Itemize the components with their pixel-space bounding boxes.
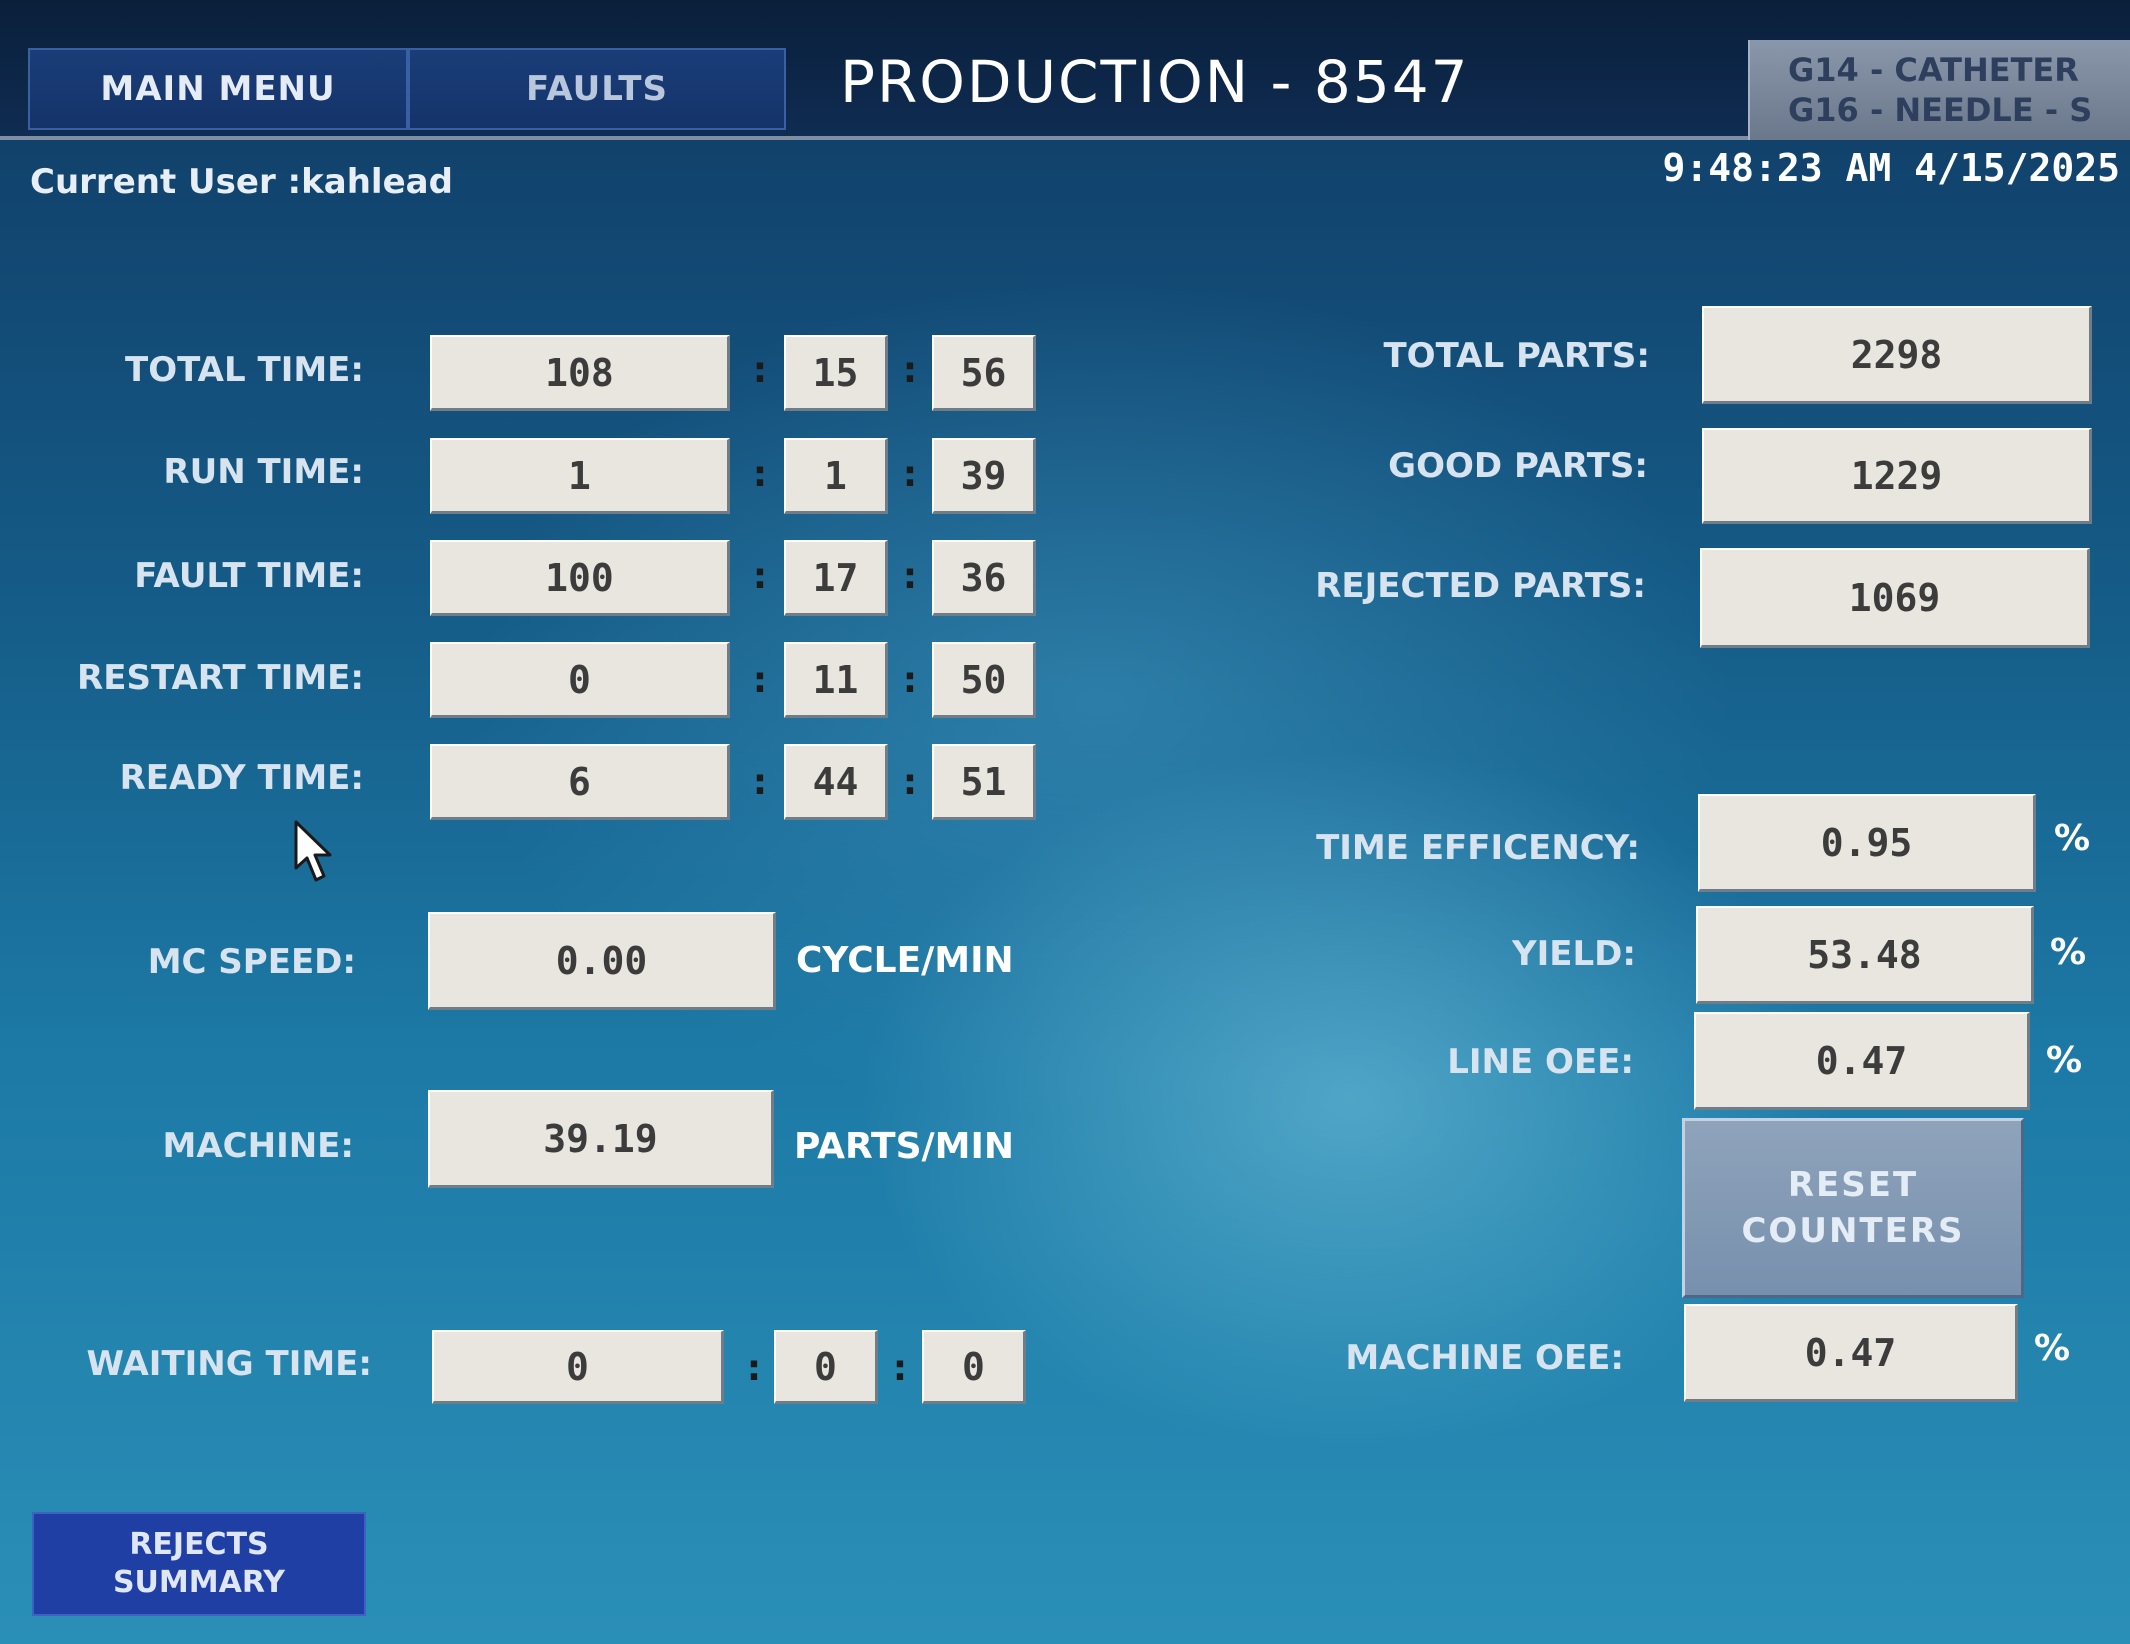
ready-time-seconds: 51 bbox=[932, 744, 1036, 820]
waiting-time-label: WAITING TIME: bbox=[86, 1344, 372, 1384]
percent-sign: % bbox=[2034, 1328, 2071, 1369]
restart-time-minutes: 11 bbox=[784, 642, 888, 718]
mc-speed-value: 0.00 bbox=[428, 912, 776, 1010]
hmi-screen: MAIN MENU FAULTS PRODUCTION - 8547 G14 -… bbox=[0, 0, 2130, 1644]
machine-oee-value: 0.47 bbox=[1684, 1304, 2018, 1402]
total-time-minutes: 15 bbox=[784, 335, 888, 411]
total-parts-value: 2298 bbox=[1702, 306, 2092, 404]
line-oee-value: 0.47 bbox=[1694, 1012, 2030, 1110]
restart-time-seconds: 50 bbox=[932, 642, 1036, 718]
current-user: Current User :kahlead bbox=[30, 162, 453, 202]
ready-time-minutes: 44 bbox=[784, 744, 888, 820]
machine-oee-label: MACHINE OEE: bbox=[1345, 1338, 1624, 1378]
percent-sign: % bbox=[2050, 932, 2087, 973]
colon: : bbox=[902, 660, 918, 701]
yield-label: YIELD: bbox=[1512, 934, 1636, 974]
colon: : bbox=[752, 762, 768, 803]
colon: : bbox=[892, 1348, 908, 1389]
colon: : bbox=[902, 454, 918, 495]
product-selector[interactable]: G14 - CATHETER G16 - NEEDLE - S bbox=[1748, 40, 2130, 140]
colon: : bbox=[902, 762, 918, 803]
waiting-time-hours: 0 bbox=[432, 1330, 724, 1404]
main-menu-button[interactable]: MAIN MENU bbox=[28, 48, 408, 130]
run-time-seconds: 39 bbox=[932, 438, 1036, 514]
good-parts-label: GOOD PARTS: bbox=[1388, 446, 1648, 486]
run-time-minutes: 1 bbox=[784, 438, 888, 514]
ready-time-label: READY TIME: bbox=[119, 758, 364, 798]
colon: : bbox=[752, 556, 768, 597]
reset-label-line1: RESET bbox=[1787, 1165, 1919, 1205]
yield-value: 53.48 bbox=[1696, 906, 2034, 1004]
rejects-label-line1: REJECTS bbox=[129, 1527, 269, 1562]
waiting-time-seconds: 0 bbox=[922, 1330, 1026, 1404]
product-line-2: G16 - NEEDLE - S bbox=[1788, 91, 2093, 129]
colon: : bbox=[752, 454, 768, 495]
machine-rate-label: MACHINE: bbox=[162, 1126, 354, 1166]
rejects-summary-button[interactable]: REJECTS SUMMARY bbox=[32, 1512, 366, 1616]
mouse-pointer-icon bbox=[294, 820, 332, 882]
top-bar: MAIN MENU FAULTS PRODUCTION - 8547 G14 -… bbox=[0, 0, 2130, 140]
total-time-seconds: 56 bbox=[932, 335, 1036, 411]
run-time-hours: 1 bbox=[430, 438, 730, 514]
reset-label-line2: COUNTERS bbox=[1741, 1211, 1965, 1251]
colon: : bbox=[752, 350, 768, 391]
product-line-1: G14 - CATHETER bbox=[1788, 51, 2079, 89]
fault-time-label: FAULT TIME: bbox=[134, 556, 364, 596]
mc-speed-unit: CYCLE/MIN bbox=[796, 940, 1014, 981]
faults-button[interactable]: FAULTS bbox=[408, 48, 786, 130]
restart-time-label: RESTART TIME: bbox=[77, 658, 364, 698]
waiting-time-minutes: 0 bbox=[774, 1330, 878, 1404]
percent-sign: % bbox=[2046, 1040, 2083, 1081]
colon: : bbox=[902, 350, 918, 391]
line-oee-label: LINE OEE: bbox=[1447, 1042, 1634, 1082]
machine-rate-unit: PARTS/MIN bbox=[794, 1126, 1015, 1167]
ready-time-hours: 6 bbox=[430, 744, 730, 820]
percent-sign: % bbox=[2054, 818, 2091, 859]
mc-speed-label: MC SPEED: bbox=[147, 942, 356, 982]
clock: 9:48:23 AM 4/15/2025 bbox=[1662, 146, 2120, 190]
time-efficiency-label: TIME EFFICENCY: bbox=[1316, 828, 1640, 868]
time-efficiency-value: 0.95 bbox=[1698, 794, 2036, 892]
good-parts-value: 1229 bbox=[1702, 428, 2092, 524]
run-time-label: RUN TIME: bbox=[163, 452, 364, 492]
machine-rate-value: 39.19 bbox=[428, 1090, 774, 1188]
colon: : bbox=[746, 1348, 762, 1389]
colon: : bbox=[902, 556, 918, 597]
fault-time-hours: 100 bbox=[430, 540, 730, 616]
total-parts-label: TOTAL PARTS: bbox=[1383, 336, 1650, 376]
total-time-label: TOTAL TIME: bbox=[125, 350, 364, 390]
fault-time-seconds: 36 bbox=[932, 540, 1036, 616]
reset-counters-button[interactable]: RESET COUNTERS bbox=[1682, 1118, 2024, 1298]
restart-time-hours: 0 bbox=[430, 642, 730, 718]
rejected-parts-value: 1069 bbox=[1700, 548, 2090, 648]
total-time-hours: 108 bbox=[430, 335, 730, 411]
page-title: PRODUCTION - 8547 bbox=[840, 48, 1470, 116]
fault-time-minutes: 17 bbox=[784, 540, 888, 616]
rejects-label-line2: SUMMARY bbox=[112, 1565, 286, 1600]
colon: : bbox=[752, 660, 768, 701]
rejected-parts-label: REJECTED PARTS: bbox=[1315, 566, 1646, 606]
